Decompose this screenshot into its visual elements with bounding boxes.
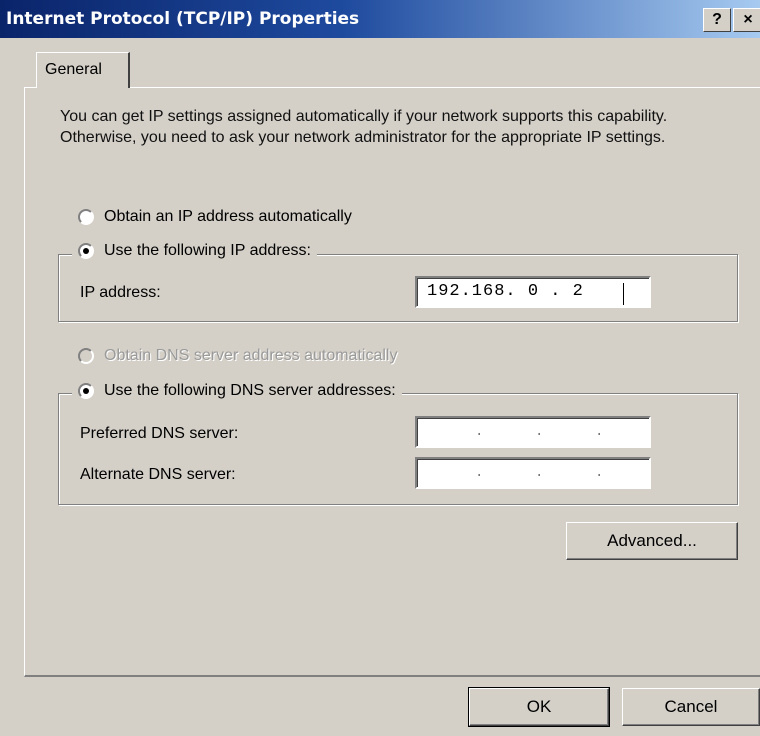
obtain-ip-automatically-radio[interactable]: Obtain an IP address automatically [78,208,358,226]
use-following-ip-radio[interactable]: Use the following IP address: [72,242,317,260]
use-following-ip-label: Use the following IP address: [104,242,311,259]
preferred-dns-field[interactable]: . . . [415,416,651,448]
octet-separator: . [595,465,604,481]
obtain-dns-automatically-radio[interactable]: Obtain DNS server address automatically [78,347,404,365]
ok-button[interactable]: OK [468,687,610,727]
use-following-dns-radio[interactable]: Use the following DNS server addresses: [72,382,402,400]
radio-indicator [78,383,94,399]
alternate-dns-field[interactable]: . . . [415,457,651,489]
ip-address-label: IP address: [80,284,161,301]
tab-general[interactable]: General [36,52,130,88]
obtain-dns-automatically-label: Obtain DNS server address automatically [104,347,398,364]
octet-separator: . [475,465,484,481]
advanced-button[interactable]: Advanced... [566,522,738,560]
octet-separator: . [475,424,484,440]
help-button[interactable]: ? [703,8,731,32]
radio-indicator [78,348,94,364]
ip-address-field[interactable]: 192.168. 0 . 2 [415,276,651,308]
radio-indicator [78,209,94,225]
preferred-dns-label: Preferred DNS server: [80,425,239,442]
cancel-button[interactable]: Cancel [622,688,760,726]
ip-address-value: 192.168. 0 . 2 [427,282,584,301]
window-title: Internet Protocol (TCP/IP) Properties [6,9,360,29]
title-bar: Internet Protocol (TCP/IP) Properties ? … [0,0,760,38]
octet-separator: . [535,424,544,440]
alternate-dns-label: Alternate DNS server: [80,466,236,483]
obtain-ip-automatically-label: Obtain an IP address automatically [104,208,352,225]
radio-indicator [78,243,94,259]
text-caret [623,283,624,305]
description-text: You can get IP settings assigned automat… [60,108,668,146]
octet-separator: . [595,424,604,440]
close-button[interactable]: × [733,8,760,32]
octet-separator: . [535,465,544,481]
use-following-dns-label: Use the following DNS server addresses: [104,382,396,399]
